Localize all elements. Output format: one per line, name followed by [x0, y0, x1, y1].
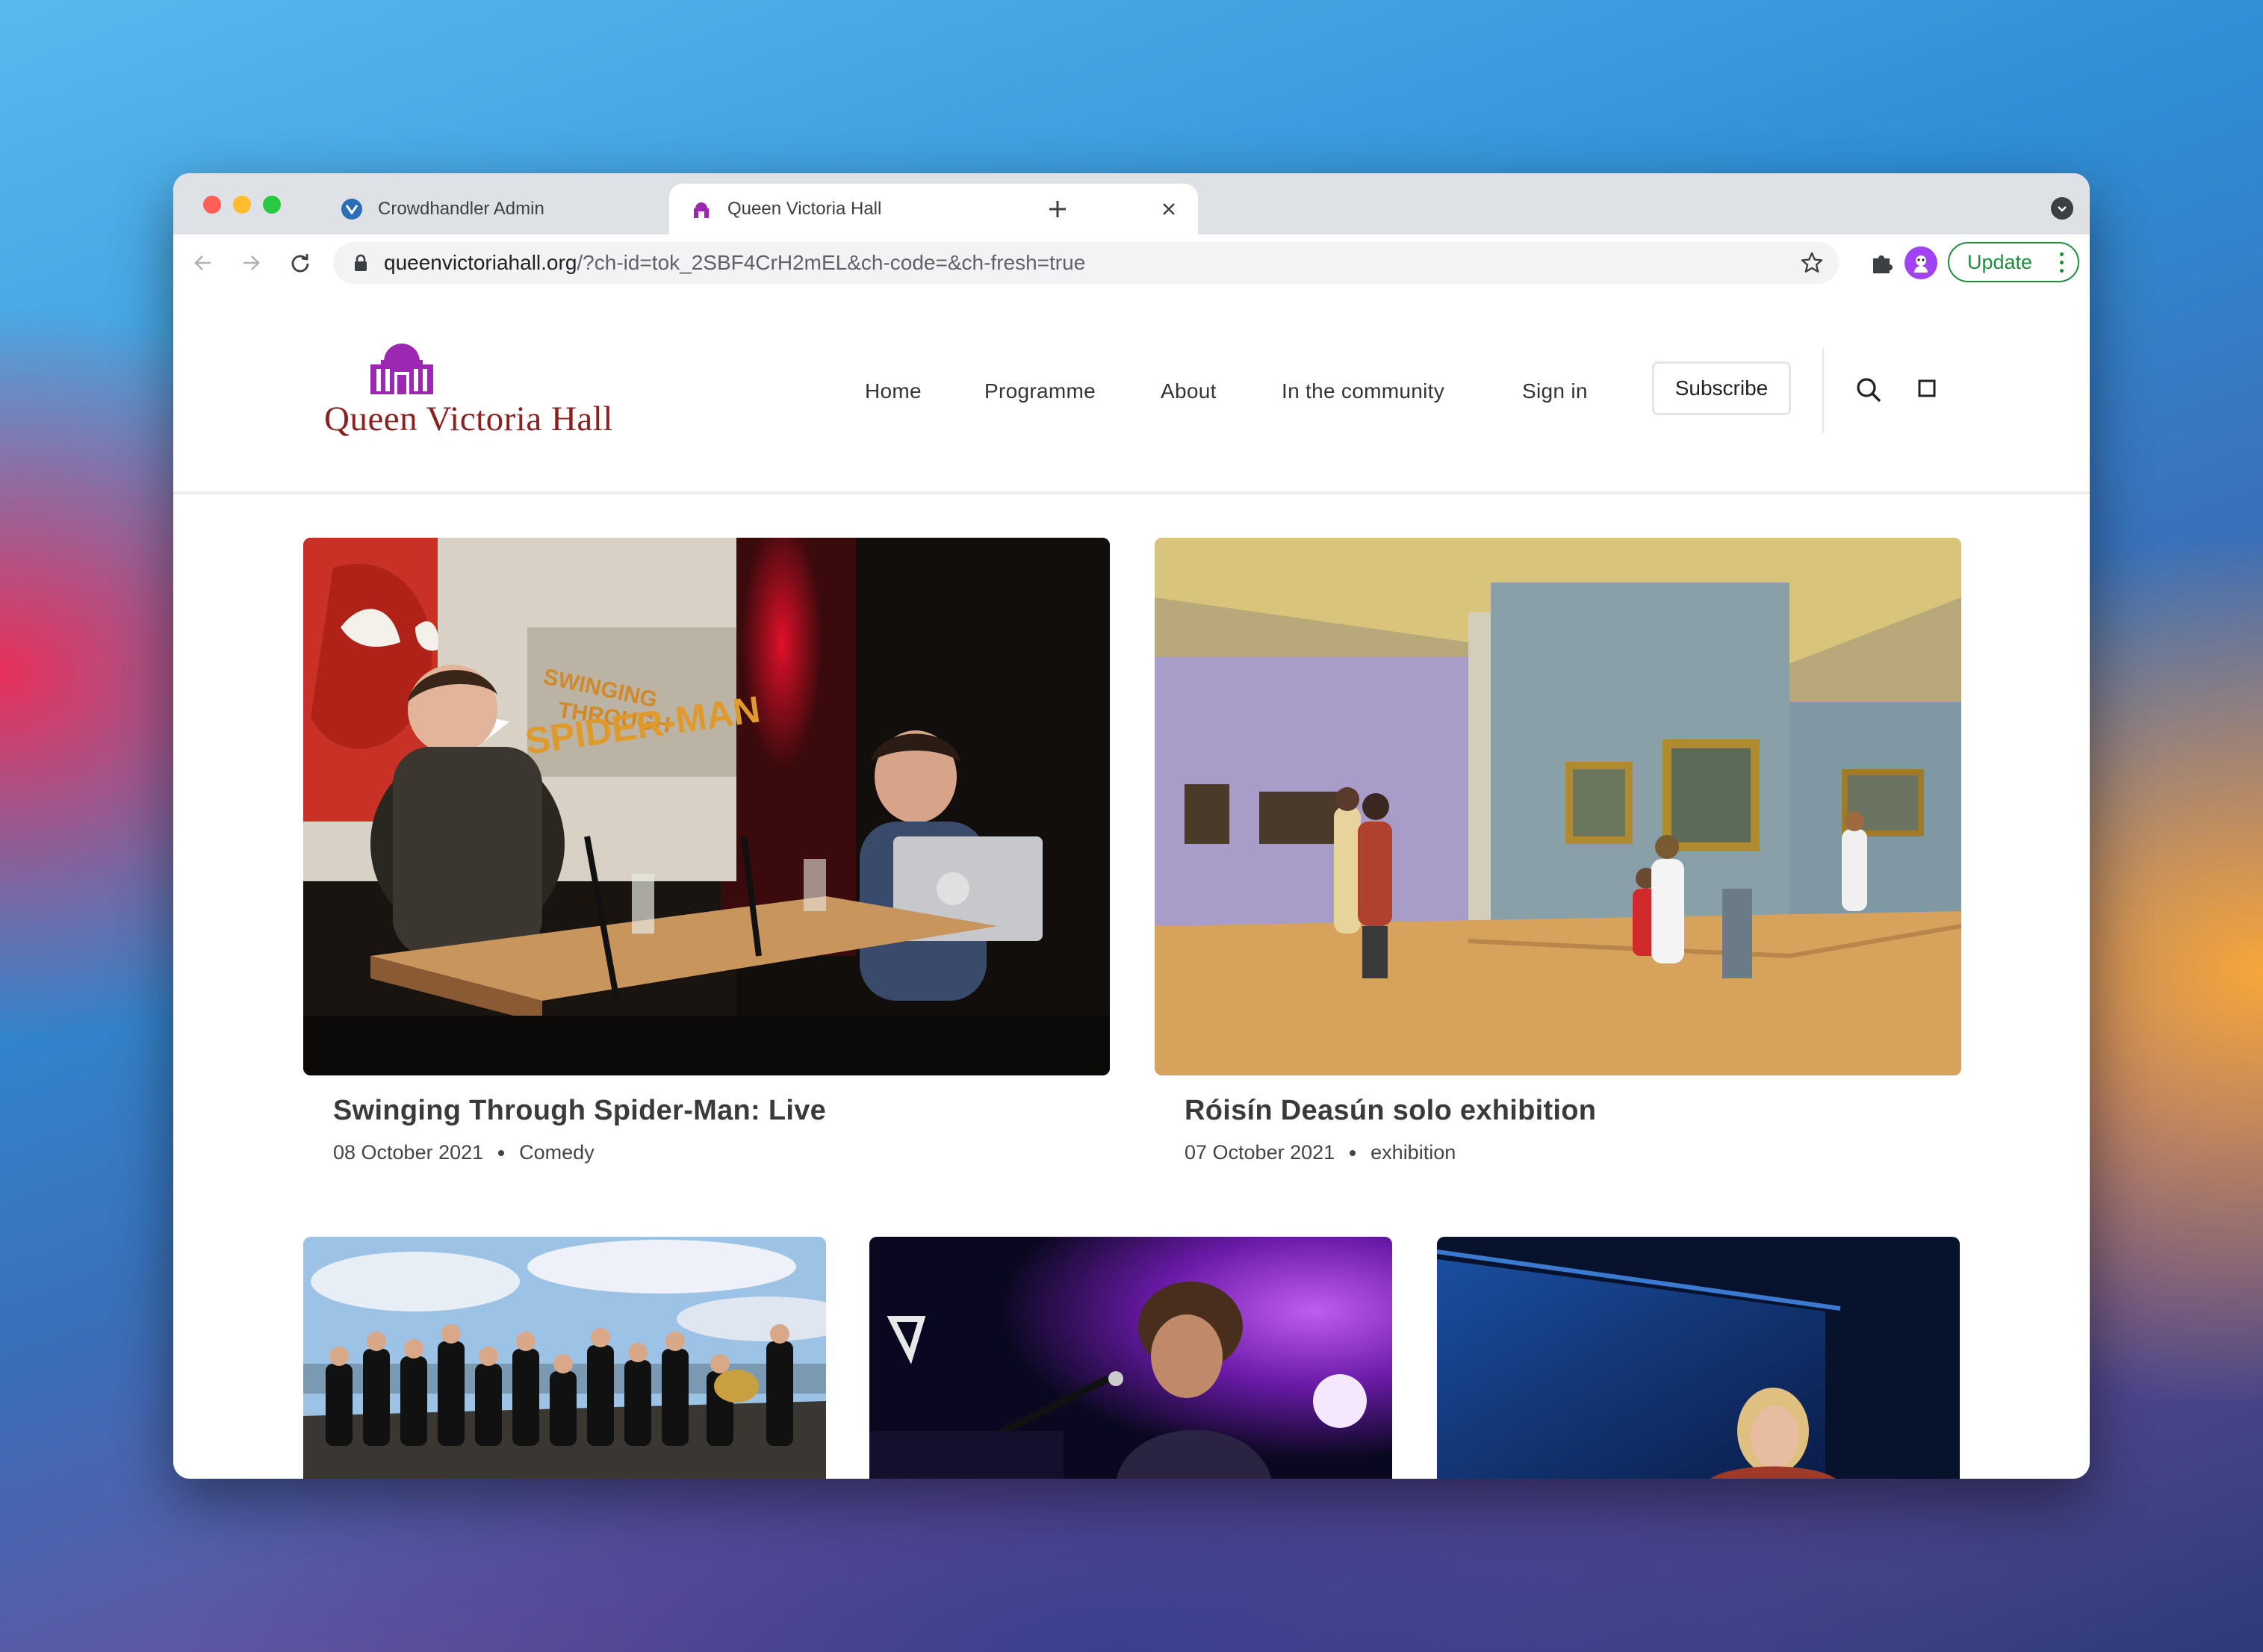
- orchestra-on-rocks-photo: [303, 1237, 826, 1479]
- nav-in-the-community[interactable]: In the community: [1282, 379, 1444, 403]
- post-image-orchestra[interactable]: [303, 1237, 826, 1479]
- post-category[interactable]: Comedy: [519, 1141, 595, 1164]
- post-image-spider-man[interactable]: SWINGING THROUGH SPIDER-MAN: [303, 538, 1110, 1075]
- bookmark-star-icon[interactable]: [1800, 251, 1824, 275]
- meta-separator: [498, 1149, 505, 1156]
- post-category[interactable]: exhibition: [1370, 1141, 1456, 1164]
- url-text: queenvictoriahall.org/?ch-id=tok_2SBF4Cr…: [384, 251, 1085, 275]
- pianist-singer-photo: [869, 1237, 1392, 1479]
- podcast-stage-photo: SWINGING THROUGH SPIDER-MAN: [303, 538, 1110, 1075]
- header-divider: [1822, 348, 1824, 433]
- tab-search-icon[interactable]: [2051, 197, 2073, 220]
- close-window-button[interactable]: [203, 196, 221, 214]
- more-menu-icon[interactable]: [2060, 252, 2064, 277]
- forward-arrow-icon[interactable]: [235, 246, 267, 279]
- nav-programme[interactable]: Programme: [984, 379, 1096, 403]
- extensions-puzzle-icon[interactable]: [1869, 249, 1896, 276]
- tab-strip: Crowdhandler Admin Queen Victoria Hall: [173, 173, 2090, 235]
- nav-home[interactable]: Home: [865, 379, 922, 403]
- post-title[interactable]: Swinging Through Spider-Man: Live: [333, 1095, 826, 1127]
- reload-icon[interactable]: [284, 246, 317, 279]
- meta-separator: [1350, 1149, 1356, 1156]
- gallery-interior-photo: [1155, 538, 1961, 1075]
- logo-text: Queen Victoria Hall: [324, 400, 613, 438]
- url-host: queenvictoriahall.org: [384, 251, 577, 274]
- post-date: 08 October 2021: [333, 1141, 484, 1164]
- new-tab-button[interactable]: [1041, 193, 1074, 226]
- site-header: Queen Victoria Hall Home Programme About…: [173, 291, 2090, 494]
- browser-toolbar: queenvictoriahall.org/?ch-id=tok_2SBF4Cr…: [173, 235, 2090, 293]
- lock-icon[interactable]: [351, 253, 370, 273]
- nav-about[interactable]: About: [1161, 379, 1217, 403]
- back-arrow-icon[interactable]: [187, 246, 220, 279]
- address-bar[interactable]: queenvictoriahall.org/?ch-id=tok_2SBF4Cr…: [333, 242, 1839, 284]
- hall-dome-icon: [690, 198, 713, 220]
- close-tab-icon[interactable]: [1158, 198, 1180, 220]
- update-label: Update: [1967, 250, 2033, 273]
- update-button[interactable]: Update: [1948, 242, 2079, 282]
- site-logo[interactable]: Queen Victoria Hall: [324, 333, 623, 445]
- post-image-speaker[interactable]: [1437, 1237, 1960, 1479]
- browser-window: Crowdhandler Admin Queen Victoria Hall q…: [173, 173, 2090, 1479]
- tab-title: Queen Victoria Hall: [727, 199, 882, 219]
- minimize-window-button[interactable]: [233, 196, 251, 214]
- url-path: /?ch-id=tok_2SBF4CrH2mEL&ch-code=&ch-fre…: [577, 251, 1086, 274]
- search-icon[interactable]: [1854, 375, 1884, 405]
- post-title[interactable]: Róisín Deasún solo exhibition: [1185, 1095, 1596, 1127]
- post-image-pianist[interactable]: [869, 1237, 1392, 1479]
- speaker-on-stage-photo: [1437, 1237, 1960, 1479]
- subscribe-button[interactable]: Subscribe: [1652, 361, 1791, 415]
- tab-queen-victoria-hall[interactable]: Queen Victoria Hall: [669, 184, 1198, 235]
- menu-square-icon[interactable]: [1918, 379, 1936, 397]
- post-image-exhibition[interactable]: [1155, 538, 1961, 1075]
- crowdhandler-icon: [341, 198, 363, 220]
- post-date: 07 October 2021: [1185, 1141, 1335, 1164]
- post-meta: 08 October 2021 Comedy: [333, 1141, 595, 1164]
- post-meta: 07 October 2021 exhibition: [1185, 1141, 1456, 1164]
- maximize-window-button[interactable]: [263, 196, 281, 214]
- profile-avatar[interactable]: [1905, 246, 1937, 279]
- nav-sign-in[interactable]: Sign in: [1522, 379, 1588, 403]
- hall-dome-logo-icon: [370, 344, 433, 394]
